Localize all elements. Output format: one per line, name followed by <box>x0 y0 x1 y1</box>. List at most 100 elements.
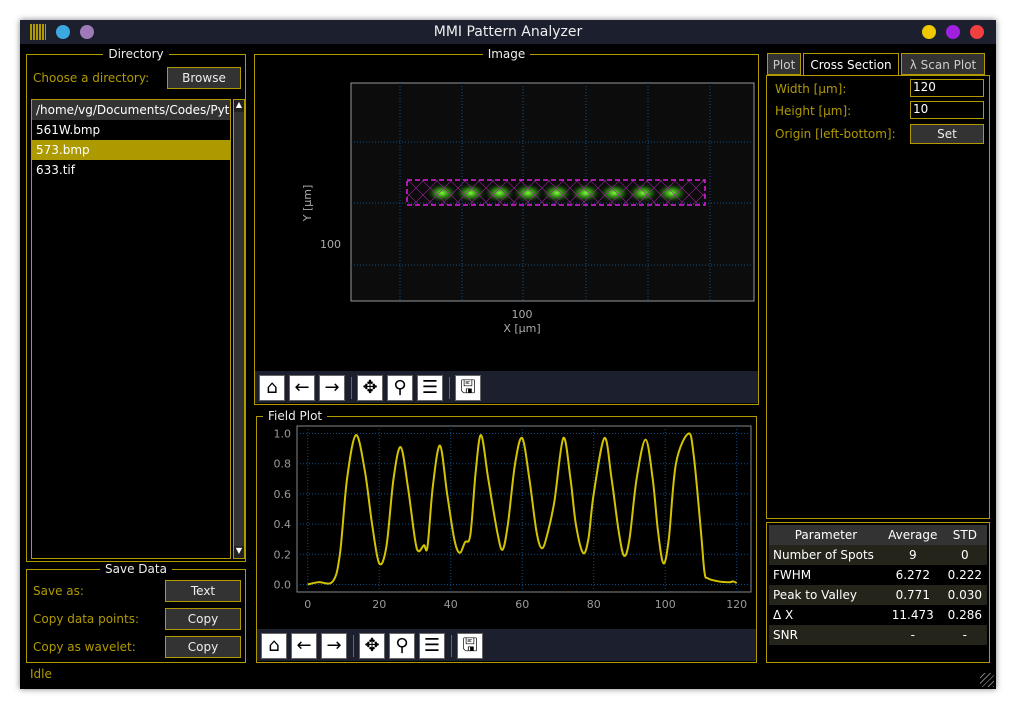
copy-wavelet-button[interactable]: Copy <box>165 636 241 658</box>
maximize-button[interactable] <box>946 25 960 39</box>
save-data-title: Save Data <box>100 562 172 576</box>
table-cell: Δ X <box>773 608 794 622</box>
browse-button[interactable]: Browse <box>167 67 241 89</box>
tab-scan-plot[interactable]: λ Scan Plot <box>901 53 985 75</box>
image-group: Image 100 X [µm] 100 Y [µm] ⌂ ← → ✥ ⚲ ☰ 🖫 <box>254 47 759 405</box>
file-item[interactable]: 561W.bmp <box>32 120 230 140</box>
image-plot[interactable]: 100 X [µm] 100 Y [µm] <box>255 55 758 371</box>
title-bar: MMI Pattern Analyzer <box>20 20 996 44</box>
zoom-button[interactable]: ⚲ <box>389 633 415 659</box>
x-tick-label: 0 <box>304 598 311 611</box>
file-list-scrollbar[interactable]: ▲ ▼ <box>233 99 245 559</box>
y-tick-label: 0.2 <box>274 548 292 561</box>
tab-plot[interactable]: Plot <box>767 53 801 75</box>
table-cell: 0.030 <box>942 585 987 605</box>
pin-button[interactable] <box>80 25 94 39</box>
choose-directory-label: Choose a directory: <box>33 71 150 85</box>
x-tick-label: 60 <box>515 598 529 611</box>
table-cell: 11.473 <box>891 608 934 622</box>
configure-subplots-button[interactable]: ☰ <box>417 375 443 401</box>
table-cell: 6.272 <box>895 568 930 582</box>
width-label: Width [µm]: <box>775 82 847 96</box>
table-cell: 0.286 <box>947 608 983 622</box>
x-tick-label: 120 <box>726 598 747 611</box>
column-header: Average <box>882 525 943 545</box>
table-cell: - <box>882 625 943 645</box>
table-row: Peak to Valley 0.771 0.030 <box>769 585 987 605</box>
file-list[interactable]: /home/vg/Documents/Codes/Python 561W.bmp… <box>31 99 231 559</box>
toolbar-separator <box>353 635 354 657</box>
y-tick-label: 0.8 <box>274 458 292 471</box>
copy-points-button[interactable]: Copy <box>165 608 241 630</box>
y-tick-label: 0.0 <box>274 578 292 591</box>
file-item-selected[interactable]: 573.bmp <box>32 140 230 160</box>
y-tick-label: 0.4 <box>274 518 292 531</box>
save-data-group: Save Data Save as: Text Copy data points… <box>26 562 246 663</box>
toolbar-separator <box>449 377 450 399</box>
copy-points-label: Copy data points: <box>33 612 139 626</box>
minimize-button[interactable] <box>922 25 936 39</box>
back-arrow-button[interactable]: ← <box>291 633 317 659</box>
field-plot-chart[interactable]: 0 20 40 60 80 100 120 0.0 0.2 0.4 0.6 0.8 1.0 <box>257 417 756 629</box>
home-button[interactable]: ⌂ <box>261 633 287 659</box>
save-button[interactable]: 🖫 <box>457 633 483 659</box>
menu-button[interactable] <box>56 25 70 39</box>
table-cell: 0.222 <box>947 568 983 582</box>
origin-label: Origin [left-bottom]: <box>775 127 896 141</box>
app-window: MMI Pattern Analyzer Directory Choose a … <box>20 20 996 689</box>
table-cell: SNR <box>769 625 883 645</box>
x-tick-label: 100 <box>512 308 533 321</box>
x-tick-label: 40 <box>444 598 458 611</box>
table-cell: FWHM <box>773 568 812 582</box>
set-origin-button[interactable]: Set <box>910 124 984 144</box>
table-cell: 0 <box>942 545 987 565</box>
field-plot-group: Field Plot 0 20 40 60 80 100 120 0.0 0.2 0.4 0.6 0.… <box>256 409 757 663</box>
directory-title: Directory <box>103 47 169 61</box>
scroll-down-icon[interactable]: ▼ <box>234 546 244 558</box>
y-tick-label: 100 <box>320 238 341 251</box>
resize-grip-icon[interactable] <box>980 673 994 687</box>
window-title: MMI Pattern Analyzer <box>433 24 583 40</box>
forward-arrow-button[interactable]: → <box>321 633 347 659</box>
save-as-text-button[interactable]: Text <box>165 580 241 602</box>
table-row: Δ X 11.473 0.286 <box>769 605 987 625</box>
x-tick-label: 100 <box>655 598 676 611</box>
scroll-up-icon[interactable]: ▲ <box>234 100 244 112</box>
pan-button[interactable]: ✥ <box>357 375 383 401</box>
tab-bar: Plot Cross Section λ Scan Plot <box>767 53 987 75</box>
y-tick-label: 0.6 <box>274 488 292 501</box>
y-axis-label: Y [µm] <box>301 185 314 223</box>
home-button[interactable]: ⌂ <box>259 375 285 401</box>
height-label: Height [µm]: <box>775 104 852 118</box>
table-row: SNR - - <box>769 625 987 645</box>
table-cell: - <box>942 625 987 645</box>
width-input[interactable]: 120 <box>910 79 984 97</box>
table-cell: 9 <box>882 545 943 565</box>
table-cell: Number of Spots <box>769 545 883 565</box>
tab-cross-section[interactable]: Cross Section <box>803 53 899 75</box>
configure-subplots-button[interactable]: ☰ <box>419 633 445 659</box>
field-plot-toolbar: ⌂ ← → ✥ ⚲ ☰ 🖫 <box>257 629 756 661</box>
table-cell: Peak to Valley <box>769 585 883 605</box>
zoom-button[interactable]: ⚲ <box>387 375 413 401</box>
x-tick-label: 80 <box>587 598 601 611</box>
close-button[interactable] <box>970 25 984 39</box>
image-toolbar: ⌂ ← → ✥ ⚲ ☰ 🖫 <box>255 371 758 403</box>
plot-area <box>296 425 752 593</box>
back-arrow-button[interactable]: ← <box>289 375 315 401</box>
results-panel: Parameter Average STD Number of Spots 9 0 FWH… <box>766 522 990 663</box>
table-row: FWHM 6.272 0.222 <box>769 565 987 585</box>
save-button[interactable]: 🖫 <box>455 375 481 401</box>
pan-button[interactable]: ✥ <box>359 633 385 659</box>
column-header: STD <box>942 525 987 545</box>
y-tick-label: 1.0 <box>274 428 292 441</box>
results-table: Parameter Average STD Number of Spots 9 0 FWH… <box>769 525 987 645</box>
forward-arrow-button[interactable]: → <box>319 375 345 401</box>
file-item[interactable]: 633.tif <box>32 160 230 180</box>
app-logo-icon <box>30 24 46 40</box>
cross-section-panel: Width [µm]: 120 Height [µm]: 10 Origin [… <box>766 75 990 519</box>
directory-group: Directory Choose a directory: Browse /ho… <box>26 47 246 562</box>
height-input[interactable]: 10 <box>910 101 984 119</box>
status-text: Idle <box>30 667 52 681</box>
save-as-label: Save as: <box>33 584 84 598</box>
